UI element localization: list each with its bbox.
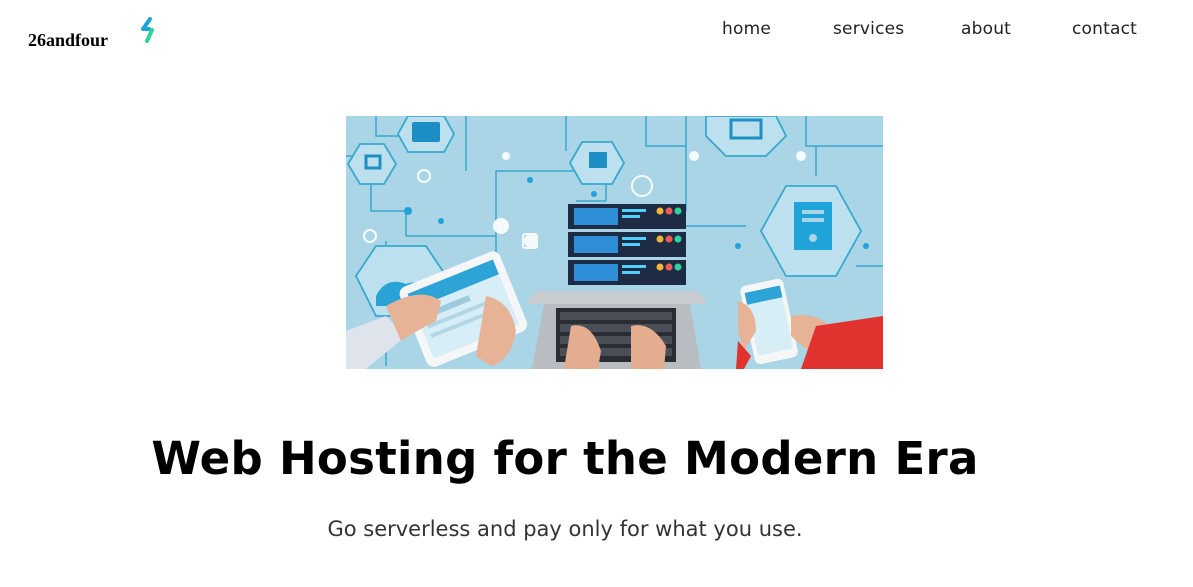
nav-home[interactable]: home: [722, 19, 771, 39]
main-nav: home services about contact: [0, 19, 1193, 41]
nav-about[interactable]: about: [961, 19, 1011, 39]
hero-subtitle: Go serverless and pay only for what you …: [327, 517, 803, 541]
hero-headline: Web Hosting for the Modern Era: [151, 432, 979, 485]
hero-image: [346, 116, 883, 369]
nav-contact[interactable]: contact: [1072, 19, 1137, 39]
nav-services[interactable]: services: [833, 19, 904, 39]
